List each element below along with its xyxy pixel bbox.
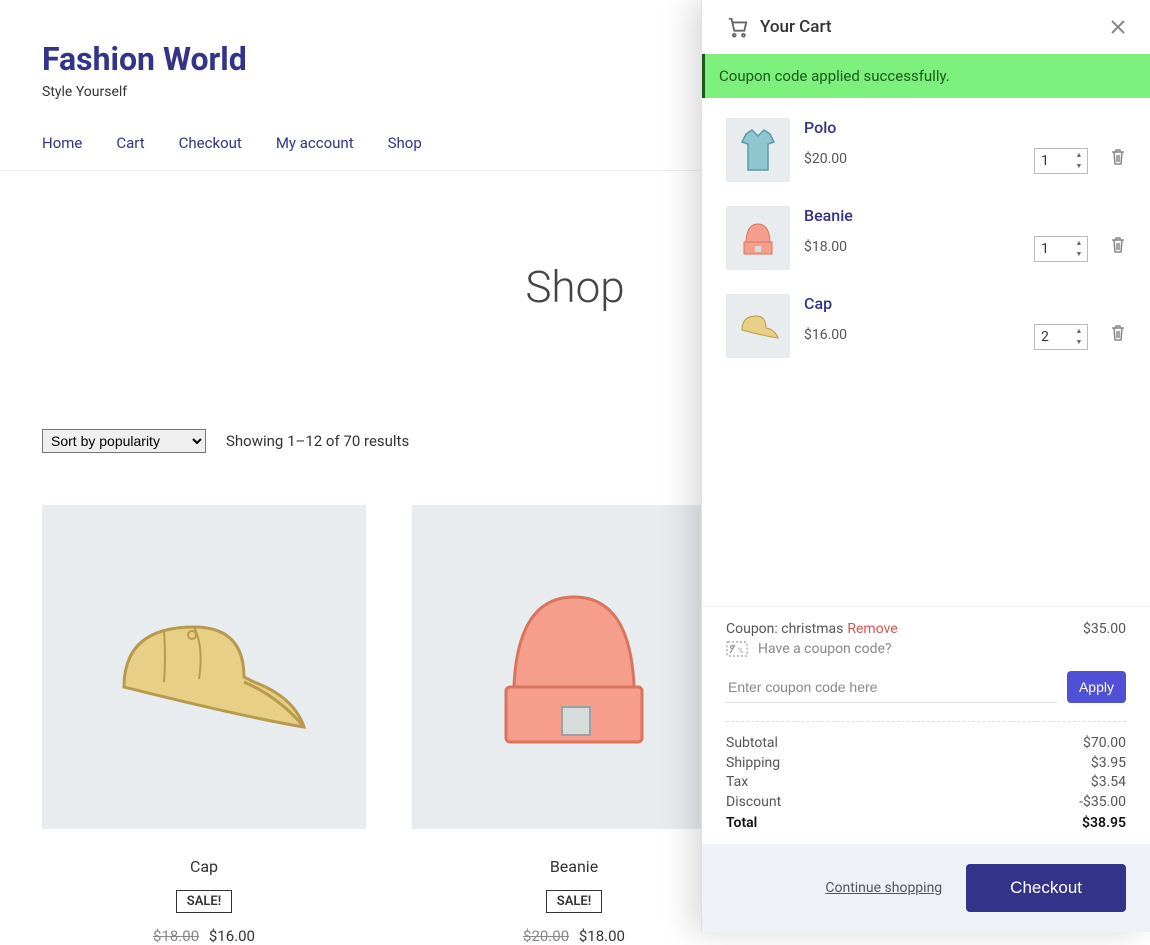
- item-thumb: [726, 294, 790, 358]
- discount-label: Discount: [726, 793, 781, 813]
- product-name: Cap: [42, 857, 366, 876]
- coupon-icon: %: [726, 641, 748, 657]
- result-count: Showing 1–12 of 70 results: [226, 432, 409, 450]
- qty-input[interactable]: 2 ▲▼: [1034, 324, 1088, 350]
- item-thumb: [726, 206, 790, 270]
- item-name[interactable]: Beanie: [804, 206, 1020, 225]
- remove-item-button[interactable]: [1110, 148, 1126, 166]
- discount-value: -$35.00: [1079, 793, 1126, 813]
- product-price: $16.00: [209, 927, 255, 945]
- cart-items: Polo $20.00 1 ▲▼ Beanie $18.00: [702, 98, 1150, 382]
- sort-select[interactable]: Sort by popularity: [42, 429, 206, 453]
- svg-text:%: %: [738, 647, 743, 655]
- subtotal-label: Subtotal: [726, 734, 778, 754]
- product-price: $18.00: [579, 927, 625, 945]
- tax-value: $3.54: [1091, 773, 1126, 793]
- remove-coupon-link[interactable]: Remove: [847, 621, 897, 637]
- sale-badge: SALE!: [176, 890, 232, 913]
- coupon-label: Coupon: christmas: [726, 621, 843, 637]
- item-price: $20.00: [804, 151, 1020, 167]
- coupon-prompt[interactable]: Have a coupon code?: [758, 641, 892, 657]
- success-banner: Coupon code applied successfully.: [702, 54, 1150, 98]
- tax-label: Tax: [726, 773, 748, 793]
- remove-item-button[interactable]: [1110, 324, 1126, 342]
- item-name[interactable]: Polo: [804, 118, 1020, 137]
- product-old-price: $18.00: [153, 927, 199, 945]
- trash-icon: [1110, 148, 1126, 166]
- qty-input[interactable]: 1 ▲▼: [1034, 236, 1088, 262]
- nav-checkout[interactable]: Checkout: [179, 134, 242, 152]
- cart-summary: Coupon: christmas Remove $35.00 % Have a…: [702, 606, 1150, 844]
- cart-item: Polo $20.00 1 ▲▼: [726, 118, 1126, 182]
- close-button[interactable]: [1110, 19, 1126, 35]
- cap-icon: [94, 587, 314, 747]
- close-icon: [1110, 19, 1126, 35]
- remove-item-button[interactable]: [1110, 236, 1126, 254]
- cart-drawer: Your Cart Coupon code applied successful…: [701, 0, 1150, 932]
- beanie-icon: [484, 567, 664, 767]
- cart-item: Beanie $18.00 1 ▲▼: [726, 206, 1126, 270]
- cart-icon: [726, 16, 748, 38]
- apply-coupon-button[interactable]: Apply: [1067, 671, 1126, 703]
- item-price: $16.00: [804, 327, 1020, 343]
- product-card-cap[interactable]: Cap SALE! $18.00 $16.00: [42, 505, 366, 945]
- polo-icon: [738, 128, 778, 172]
- shipping-label: Shipping: [726, 754, 780, 774]
- qty-down[interactable]: ▼: [1072, 249, 1086, 260]
- shipping-value: $3.95: [1091, 754, 1126, 774]
- coupon-amount: $35.00: [1083, 621, 1126, 637]
- product-card-beanie[interactable]: Beanie SALE! $20.00 $18.00: [412, 505, 736, 945]
- cap-icon: [736, 310, 780, 342]
- item-price: $18.00: [804, 239, 1020, 255]
- nav-cart[interactable]: Cart: [116, 134, 144, 152]
- total-label: Total: [726, 814, 757, 834]
- trash-icon: [1110, 324, 1126, 342]
- trash-icon: [1110, 236, 1126, 254]
- qty-down[interactable]: ▼: [1072, 161, 1086, 172]
- item-name[interactable]: Cap: [804, 294, 1020, 313]
- subtotal-value: $70.00: [1083, 734, 1126, 754]
- cart-item: Cap $16.00 2 ▲▼: [726, 294, 1126, 358]
- continue-shopping-link[interactable]: Continue shopping: [825, 880, 942, 896]
- nav-account[interactable]: My account: [276, 134, 354, 152]
- qty-up[interactable]: ▲: [1072, 326, 1086, 337]
- sale-badge: SALE!: [546, 890, 602, 913]
- checkout-button[interactable]: Checkout: [966, 864, 1126, 912]
- product-image: [412, 505, 736, 829]
- qty-up[interactable]: ▲: [1072, 150, 1086, 161]
- qty-up[interactable]: ▲: [1072, 238, 1086, 249]
- product-name: Beanie: [412, 857, 736, 876]
- product-image: [42, 505, 366, 829]
- nav-home[interactable]: Home: [42, 134, 82, 152]
- product-old-price: $20.00: [523, 927, 569, 945]
- beanie-icon: [740, 218, 776, 258]
- nav-shop[interactable]: Shop: [388, 134, 422, 152]
- qty-down[interactable]: ▼: [1072, 337, 1086, 348]
- coupon-input[interactable]: [726, 671, 1057, 703]
- item-thumb: [726, 118, 790, 182]
- cart-title: Your Cart: [760, 17, 832, 37]
- qty-input[interactable]: 1 ▲▼: [1034, 148, 1088, 174]
- total-value: $38.95: [1082, 814, 1126, 834]
